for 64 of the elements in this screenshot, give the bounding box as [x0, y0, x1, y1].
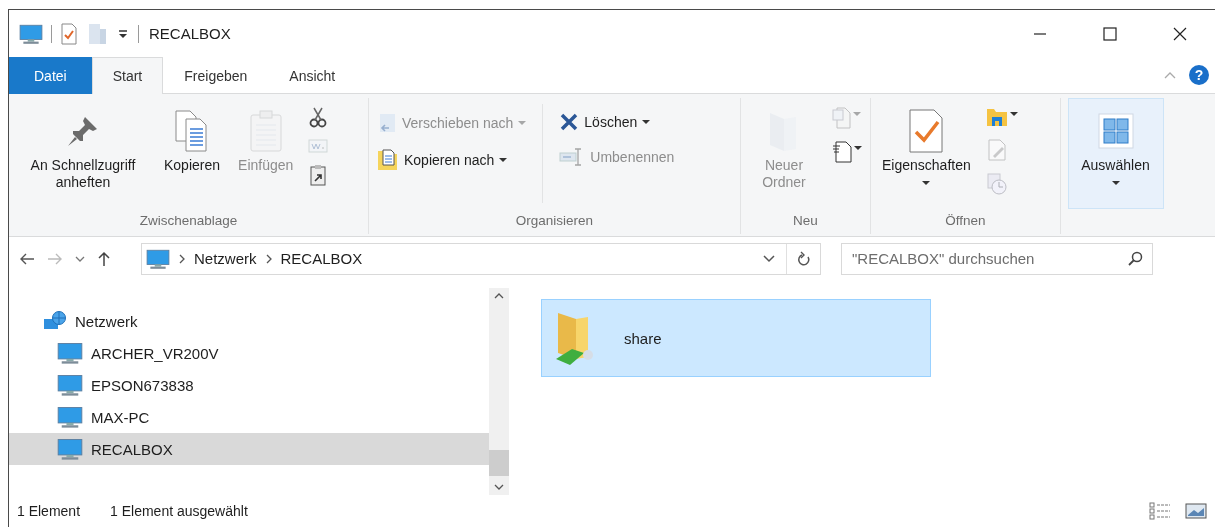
group-label: Zwischenablage [138, 213, 239, 230]
collapse-ribbon-icon[interactable] [1163, 70, 1177, 80]
up-icon[interactable] [97, 250, 111, 267]
clipboard-icon [247, 109, 284, 153]
computer-icon [57, 340, 83, 366]
address-bar[interactable]: Netzwerk RECALBOX [141, 242, 821, 275]
scrollbar[interactable] [489, 288, 509, 495]
scroll-thumb[interactable] [489, 450, 509, 476]
chevron-icon [178, 253, 186, 264]
scissors-icon[interactable] [308, 106, 329, 128]
properties-icon[interactable] [60, 22, 78, 45]
status-text: 1 Element ausgewählt [109, 503, 248, 519]
scroll-up-icon[interactable] [494, 292, 504, 299]
computer-icon [57, 372, 83, 398]
breadcrumb[interactable]: RECALBOX [280, 250, 363, 267]
ribbon-tab[interactable]: Start [91, 57, 164, 94]
folder-tile[interactable]: share [541, 299, 931, 377]
scroll-down-icon[interactable] [494, 484, 504, 491]
network-icon [43, 310, 67, 332]
select-grid-icon [1097, 113, 1134, 149]
search-field[interactable]: "RECALBOX" durchsuchen [841, 242, 1153, 275]
large-icons-view-icon[interactable] [1185, 502, 1207, 520]
ribbon-button[interactable]: An Schnellzugriff anheften [13, 98, 153, 196]
window-title: RECALBOX [149, 25, 231, 42]
caret-icon [518, 120, 527, 126]
group-label: Neu [792, 213, 819, 230]
tree-item[interactable]: ARCHER_VR200V [9, 337, 489, 369]
recent-locations-icon[interactable] [75, 254, 85, 263]
help-button[interactable]: ? [1189, 65, 1209, 85]
caret-icon [499, 157, 508, 163]
ribbon-button[interactable]: Kopieren [157, 98, 228, 179]
tree-item[interactable]: Netzwerk [9, 305, 489, 337]
computer-icon [57, 436, 83, 462]
tree-item[interactable]: MAX-PC [9, 401, 489, 433]
ribbon-button[interactable]: Löschen [559, 112, 675, 132]
group-label: Organisieren [514, 213, 595, 230]
caret-icon [922, 179, 931, 186]
tree-item[interactable]: EPSON673838 [9, 369, 489, 401]
refresh-icon[interactable] [796, 250, 811, 267]
ribbon-tab[interactable]: Freigeben [163, 57, 269, 94]
breadcrumb[interactable]: Netzwerk [194, 250, 257, 267]
tree-item[interactable]: RECALBOX [9, 433, 489, 465]
search-icon[interactable] [1127, 250, 1143, 267]
computer-icon [57, 404, 83, 430]
copy-to-icon [377, 148, 399, 172]
ribbon-button[interactable]: Auswählen [1067, 98, 1164, 209]
back-icon[interactable] [19, 251, 35, 266]
group-label: Öffnen [944, 213, 987, 230]
new-file-icon[interactable] [831, 140, 862, 164]
close-icon[interactable] [1172, 25, 1188, 42]
status-text: 1 Element [16, 503, 81, 519]
paste-shortcut-icon[interactable] [308, 164, 329, 186]
dropdown-icon[interactable] [763, 254, 775, 263]
caret-icon [642, 119, 651, 125]
ribbon-tab[interactable]: Datei [9, 57, 92, 94]
maximize-icon[interactable] [1102, 25, 1118, 42]
move-to-icon [377, 112, 397, 134]
ribbon-tab[interactable]: Ansicht [268, 57, 357, 94]
delete-icon [559, 112, 580, 132]
chevron-icon [264, 253, 273, 264]
ribbon-button[interactable]: Kopieren nach [377, 148, 527, 172]
ribbon-button[interactable]: Eigenschaften [875, 98, 978, 191]
caret-icon [1111, 179, 1120, 186]
details-view-icon[interactable] [1149, 502, 1171, 520]
